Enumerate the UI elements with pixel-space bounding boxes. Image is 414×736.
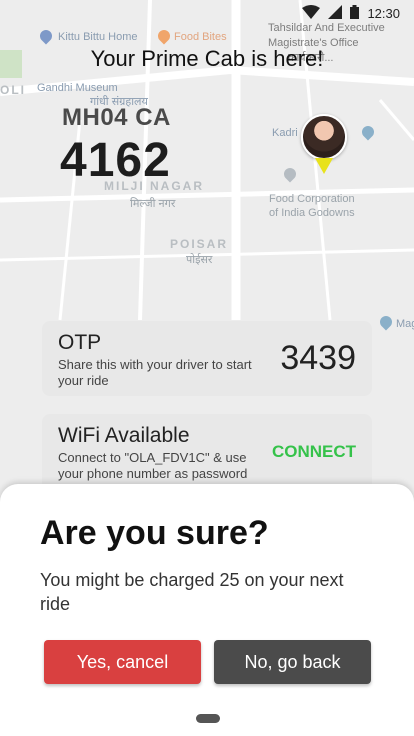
- wifi-subtitle: Connect to "OLA_FDV1C" & use your phone …: [58, 450, 248, 481]
- battery-icon: [350, 4, 360, 22]
- map-label: पोईसर: [186, 254, 213, 266]
- map-label: मिल्जी नगर: [130, 198, 176, 210]
- map-label: Food Bites: [174, 31, 227, 43]
- go-back-button[interactable]: No, go back: [214, 640, 371, 684]
- plate-prefix: MH04 CA: [62, 104, 171, 131]
- page-title: Your Prime Cab is here!: [90, 46, 324, 71]
- status-time: 12:30: [367, 5, 400, 21]
- map-label: Mag: [396, 318, 414, 330]
- home-indicator: [196, 714, 220, 723]
- otp-value: 3439: [280, 339, 356, 377]
- dialog-title: Are you sure?: [40, 514, 269, 552]
- plate-number: 4162: [60, 134, 171, 187]
- wifi-card: WiFi Available Connect to "OLA_FDV1C" & …: [42, 414, 372, 494]
- wifi-icon: [302, 4, 321, 22]
- dialog-message: You might be charged 25 on your next rid…: [40, 570, 344, 614]
- signal-icon: [328, 4, 343, 22]
- confirm-cancel-button[interactable]: Yes, cancel: [44, 640, 201, 684]
- map-label: Food Corporation: [269, 193, 355, 205]
- map-label: Kadri: [272, 127, 298, 139]
- otp-subtitle: Share this with your driver to start you…: [58, 357, 252, 388]
- map-label: OLI: [0, 83, 26, 97]
- driver-avatar[interactable]: [301, 114, 347, 160]
- cancel-confirmation-sheet: Are you sure? You might be charged 25 on…: [0, 484, 414, 736]
- status-bar: 12:30: [0, 0, 414, 26]
- driver-location-marker: [315, 158, 333, 174]
- map-label: of India Godowns: [269, 207, 355, 219]
- otp-card: OTP Share this with your driver to start…: [42, 321, 372, 396]
- map-label: Gandhi Museum: [37, 82, 118, 94]
- connect-button[interactable]: CONNECT: [272, 442, 356, 462]
- map-label: POISAR: [170, 237, 229, 251]
- map-label: Kittu Bittu Home: [58, 31, 138, 43]
